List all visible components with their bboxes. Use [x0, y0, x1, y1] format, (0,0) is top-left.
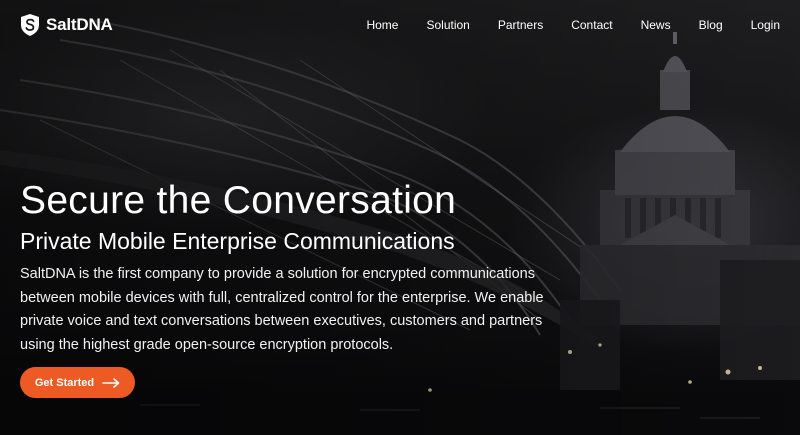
get-started-button[interactable]: Get Started [20, 367, 135, 398]
logo-text: SaltDNA [46, 15, 113, 34]
main-nav: Home Solution Partners Contact News Blog… [366, 18, 780, 32]
nav-partners[interactable]: Partners [498, 18, 543, 32]
nav-news[interactable]: News [641, 18, 671, 32]
hero-headline: Secure the Conversation [20, 179, 457, 222]
nav-solution[interactable]: Solution [426, 18, 469, 32]
shield-s-icon [21, 14, 39, 36]
get-started-label: Get Started [34, 376, 95, 389]
nav-contact[interactable]: Contact [571, 18, 612, 32]
site-header: SaltDNA Home Solution Partners Contact N… [0, 0, 800, 52]
hero-section: SaltDNA Home Solution Partners Contact N… [0, 0, 800, 435]
hero-content: Secure the Conversation Private Mobile E… [20, 177, 580, 357]
hero-description: SaltDNA is the first company to provide … [20, 266, 544, 353]
hero-subheadline: Private Mobile Enterprise Communications [20, 228, 455, 254]
nav-login[interactable]: Login [751, 18, 780, 32]
nav-blog[interactable]: Blog [699, 18, 723, 32]
nav-home[interactable]: Home [366, 18, 398, 32]
logo[interactable]: SaltDNA [20, 13, 113, 37]
arrow-right-icon [102, 377, 120, 388]
